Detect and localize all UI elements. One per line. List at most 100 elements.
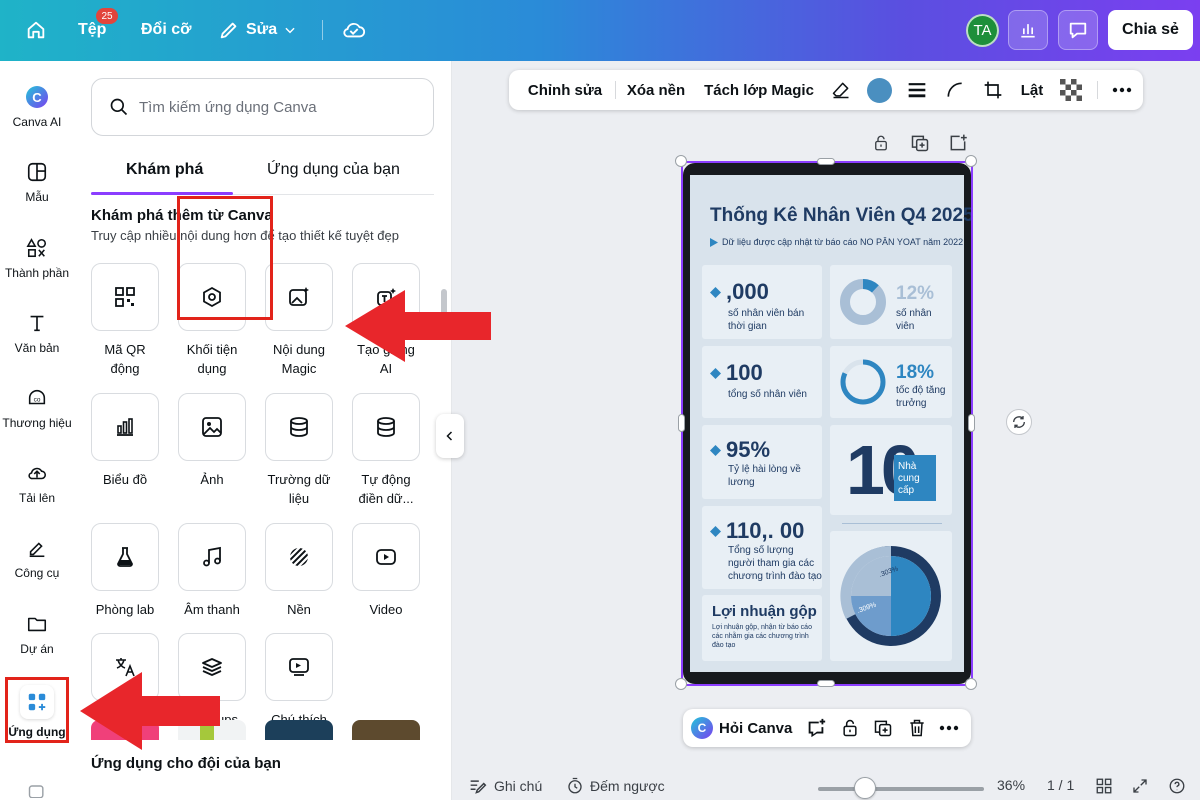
insights-button[interactable] [1008, 10, 1048, 50]
home-button[interactable] [25, 19, 47, 41]
app-captions[interactable]: Chú thích [265, 633, 333, 729]
share-button[interactable]: Chia sẻ [1108, 10, 1193, 50]
collapse-panel-button[interactable] [436, 414, 464, 458]
zoom-slider-handle[interactable] [853, 777, 876, 799]
app-audio[interactable]: Âm thanh [178, 523, 246, 619]
rail-item-templates[interactable]: Mẫu [0, 160, 74, 204]
lock-button[interactable] [840, 709, 860, 747]
duplicate-icon [874, 720, 892, 737]
resize-label: Đổi cỡ [141, 21, 192, 38]
save-status-button[interactable] [342, 19, 366, 41]
notification-badge: 25 [96, 8, 118, 24]
ask-canva-button[interactable]: C Hỏi Canva [691, 709, 792, 747]
notes-button[interactable]: Ghi chú [468, 777, 542, 795]
corner-radius-icon [947, 82, 962, 97]
page-indicator[interactable]: 1 / 1 [1047, 777, 1074, 793]
border-style-button[interactable] [903, 70, 931, 110]
grid-view-button[interactable] [1095, 777, 1113, 795]
zoom-value[interactable]: 36% [997, 777, 1025, 793]
corner-rounding-button[interactable] [941, 70, 969, 110]
eraser-button[interactable] [827, 70, 855, 110]
rail-label: Mẫu [25, 190, 49, 204]
rail-item-canva-ai[interactable]: C Canva AI [0, 85, 74, 129]
more-options-button[interactable] [1107, 70, 1137, 110]
avatar[interactable]: TA [966, 14, 999, 47]
zoom-slider-track[interactable] [818, 787, 984, 791]
tab-your-apps[interactable]: Ứng dụng của bạn [267, 161, 400, 179]
red-arrow-annotation [345, 290, 491, 362]
resize-handle[interactable] [817, 158, 835, 165]
app-lab[interactable]: Phòng lab [91, 523, 159, 619]
rail-item-text[interactable]: Văn bản [0, 311, 74, 355]
pattern-icon [265, 523, 333, 591]
add-page-button[interactable] [948, 133, 968, 153]
app-data-fields[interactable]: Trường dữ liệu [265, 393, 333, 508]
rail-item-tools[interactable]: Công cụ [0, 536, 74, 580]
highlight-box [177, 196, 273, 320]
color-picker-button[interactable] [863, 70, 895, 110]
app-photos[interactable]: Ảnh [178, 393, 246, 489]
magic-grab-button[interactable]: Tách lớp Magic [701, 70, 817, 110]
caption-icon [265, 633, 333, 701]
context-toolbar: Chỉnh sửa Xóa nền Tách lớp Magic Lật [509, 70, 1143, 110]
resize-handle[interactable] [678, 414, 685, 432]
app-autofill[interactable]: Tự động điền dữ... [352, 393, 420, 508]
delete-button[interactable] [907, 709, 927, 747]
team-app-thumbnail[interactable] [352, 720, 420, 740]
comment-add-icon [808, 718, 826, 738]
tab-discover[interactable]: Khám phá [126, 161, 203, 179]
resize-handle[interactable] [968, 414, 975, 432]
resize-handle[interactable] [965, 155, 977, 167]
resize-handle[interactable] [675, 155, 687, 167]
resize-handle[interactable] [965, 678, 977, 690]
color-swatch [866, 77, 892, 103]
app-charts[interactable]: Biểu đồ [91, 393, 159, 489]
rail-item-uploads[interactable]: Tải lên [0, 461, 74, 505]
crop-button[interactable] [979, 70, 1007, 110]
transparency-button[interactable] [1057, 70, 1085, 110]
rail-item-projects[interactable]: Dự án [0, 612, 74, 656]
tab-active-indicator [91, 192, 233, 195]
fullscreen-button[interactable] [1131, 777, 1149, 795]
edit-image-button[interactable]: Chỉnh sửa [519, 70, 611, 110]
rotate-icon [1013, 416, 1025, 428]
rail-item-elements[interactable]: Thành phần [0, 236, 74, 280]
duplicate-page-button[interactable] [910, 133, 930, 153]
crop-icon [984, 81, 1002, 99]
flip-button[interactable]: Lật [1017, 70, 1047, 110]
folder-icon [25, 612, 49, 636]
magic-image-icon [265, 263, 333, 331]
timer-icon [568, 777, 582, 794]
grid-view-icon [1096, 778, 1112, 794]
search-input[interactable]: Tìm kiếm ứng dụng Canva [91, 78, 434, 136]
app-qr-code[interactable]: Mã QR động [91, 263, 159, 378]
rail-item-brand[interactable]: co Thương hiệu [0, 386, 74, 430]
resize-handle[interactable] [675, 678, 687, 690]
team-app-thumbnail[interactable] [265, 720, 333, 740]
resize-handle[interactable] [817, 680, 835, 687]
app-label: Phòng lab [95, 602, 155, 617]
app-backgrounds[interactable]: Nền [265, 523, 333, 619]
comments-button[interactable] [1058, 10, 1098, 50]
timer-label: Đếm ngược [590, 778, 665, 794]
floating-toolbar: C Hỏi Canva [683, 709, 971, 747]
remove-background-button[interactable]: Xóa nền [621, 70, 691, 110]
timer-button[interactable]: Đếm ngược [566, 777, 665, 795]
magic-icon[interactable] [27, 784, 47, 798]
edit-menu[interactable]: Sửa [218, 19, 297, 41]
more-options-button[interactable] [939, 709, 959, 747]
lock-button[interactable] [872, 133, 890, 153]
app-label: Khối tiện dụng [186, 342, 238, 376]
red-arrow-annotation [80, 672, 220, 750]
lock-icon [843, 719, 857, 737]
rotate-button[interactable] [1006, 409, 1032, 435]
help-button[interactable] [1168, 777, 1186, 795]
divider [615, 81, 616, 99]
add-comment-button[interactable] [805, 709, 827, 747]
svg-text:co: co [34, 397, 41, 404]
app-video[interactable]: Video [352, 523, 420, 619]
duplicate-button[interactable] [873, 709, 893, 747]
resize-button[interactable]: Đổi cỡ [141, 21, 192, 39]
app-magic-media[interactable]: Nội dung Magic [265, 263, 333, 378]
notes-label: Ghi chú [494, 778, 543, 794]
